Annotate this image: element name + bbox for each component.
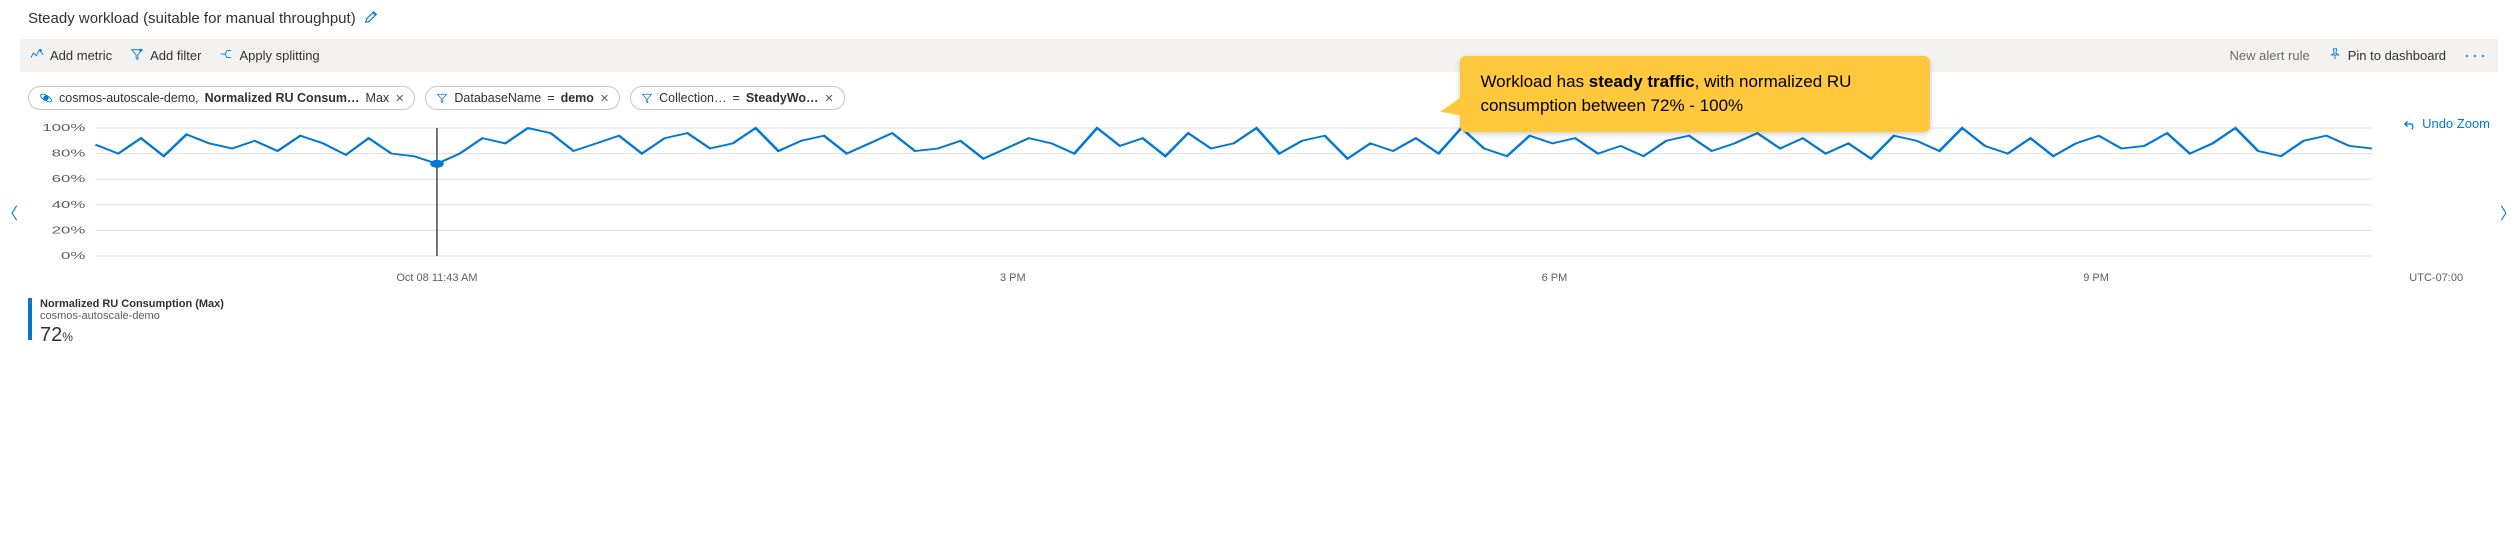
- svg-text:20%: 20%: [52, 224, 86, 236]
- next-chart-button[interactable]: 〉: [2500, 200, 2516, 224]
- eq-sign: =: [733, 91, 740, 105]
- filter-icon: [641, 92, 653, 104]
- filter1-remove-icon[interactable]: ✕: [600, 92, 609, 105]
- x-axis: Oct 08 11:43 AM 3 PM 6 PM 9 PM UTC-07:00: [28, 272, 2490, 290]
- filter2-val: SteadyWo…: [746, 91, 819, 105]
- pin-icon: [2328, 47, 2342, 64]
- x-tick-label: Oct 08 11:43 AM: [396, 272, 477, 284]
- svg-text:40%: 40%: [52, 198, 86, 210]
- undo-zoom-button[interactable]: Undo Zoom: [2404, 116, 2490, 131]
- svg-text:60%: 60%: [52, 173, 86, 185]
- svg-text:80%: 80%: [52, 147, 86, 159]
- split-icon: [219, 47, 233, 64]
- metric-chip[interactable]: cosmos-autoscale-demo, Normalized RU Con…: [28, 86, 415, 110]
- filter-icon: [436, 92, 448, 104]
- add-filter-button[interactable]: Add filter: [130, 47, 201, 64]
- page-title: Steady workload (suitable for manual thr…: [28, 10, 356, 27]
- filter-chip-database[interactable]: DatabaseName = demo ✕: [425, 86, 620, 110]
- x-tick-label: 6 PM: [1542, 272, 1568, 284]
- metric-chip-agg: Max: [366, 91, 390, 105]
- cosmos-icon: [39, 91, 53, 105]
- more-menu-button[interactable]: ···: [2464, 45, 2488, 66]
- x-tick-label: 3 PM: [1000, 272, 1026, 284]
- filter2-key: Collection…: [659, 91, 726, 105]
- edit-title-icon[interactable]: [364, 10, 378, 27]
- svg-text:0%: 0%: [61, 250, 85, 262]
- svg-text:100%: 100%: [42, 122, 85, 134]
- annotation-callout: Workload has steady traffic, with normal…: [1460, 56, 1930, 132]
- new-alert-rule-button[interactable]: New alert rule: [2230, 48, 2310, 63]
- line-chart[interactable]: 0% 20% 40% 60% 80% 100%: [28, 120, 2490, 270]
- chart-legend: Normalized RU Consumption (Max) cosmos-a…: [28, 298, 2498, 347]
- add-metric-button[interactable]: Add metric: [30, 47, 112, 64]
- metric-chip-name: Normalized RU Consum…: [205, 91, 360, 105]
- callout-text-bold: steady traffic: [1589, 72, 1695, 91]
- legend-color-bar: [28, 298, 32, 340]
- filter1-val: demo: [561, 91, 594, 105]
- metrics-toolbar: Add metric Add filter Apply splitting Ne…: [20, 39, 2498, 72]
- prev-chart-button[interactable]: 〈: [2, 200, 18, 224]
- legend-unit: %: [62, 330, 73, 344]
- x-tick-label: 9 PM: [2083, 272, 2109, 284]
- filter2-remove-icon[interactable]: ✕: [825, 92, 834, 105]
- legend-series-name: Normalized RU Consumption (Max): [40, 298, 224, 310]
- eq-sign: =: [547, 91, 554, 105]
- alert-rule-label: New alert rule: [2230, 48, 2310, 63]
- filter-chip-collection[interactable]: Collection… = SteadyWo… ✕: [630, 86, 845, 110]
- legend-resource: cosmos-autoscale-demo: [40, 310, 224, 322]
- callout-text-pre: Workload has: [1480, 72, 1588, 91]
- apply-splitting-label: Apply splitting: [239, 48, 319, 63]
- add-filter-label: Add filter: [150, 48, 201, 63]
- add-metric-icon: [30, 47, 44, 64]
- undo-zoom-label: Undo Zoom: [2422, 116, 2490, 131]
- pin-to-dashboard-button[interactable]: Pin to dashboard: [2328, 47, 2446, 64]
- metric-chip-resource: cosmos-autoscale-demo,: [59, 91, 199, 105]
- legend-value: 72: [40, 324, 62, 346]
- add-metric-label: Add metric: [50, 48, 112, 63]
- filter1-key: DatabaseName: [454, 91, 541, 105]
- add-filter-icon: [130, 47, 144, 64]
- pin-label: Pin to dashboard: [2348, 48, 2446, 63]
- metric-chip-remove-icon[interactable]: ✕: [395, 92, 404, 105]
- apply-splitting-button[interactable]: Apply splitting: [219, 47, 319, 64]
- timezone-label: UTC-07:00: [2409, 272, 2463, 284]
